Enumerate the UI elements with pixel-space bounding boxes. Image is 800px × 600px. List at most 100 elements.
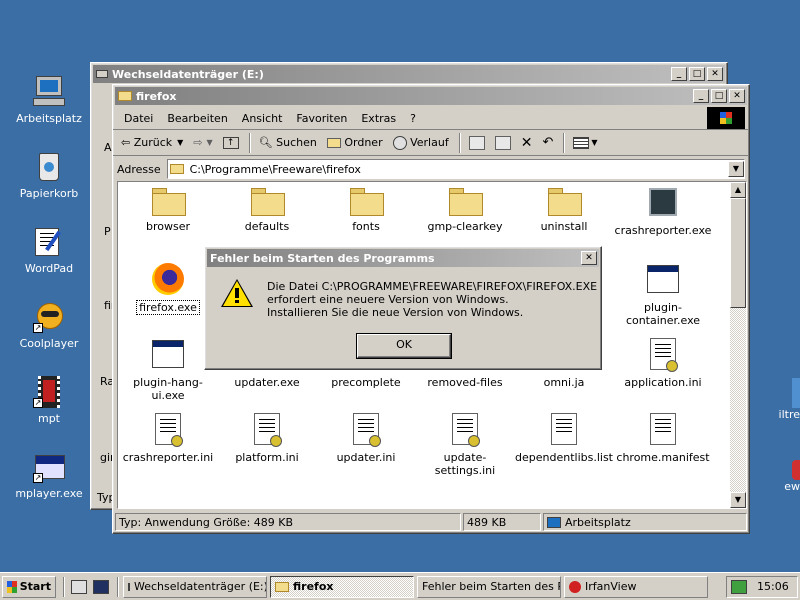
scroll-up-button[interactable]: ▲ <box>730 182 746 198</box>
folders-button[interactable]: Ordner <box>323 134 387 151</box>
maximize-button[interactable]: □ <box>711 89 727 103</box>
error-dialog[interactable]: Fehler beim Starten des Programms ✕ Die … <box>204 246 602 370</box>
dialog-title: Fehler beim Starten des Programms <box>210 251 435 265</box>
move-to-button[interactable] <box>465 134 489 152</box>
desktop-icon-clipped[interactable]: iltre <box>748 378 800 421</box>
file-item[interactable]: updater.ini <box>316 413 416 464</box>
file-label: precomplete <box>331 376 401 389</box>
file-item[interactable]: application.ini <box>613 338 713 389</box>
file-item[interactable]: uninstall <box>514 188 614 233</box>
delete-button[interactable]: ✕ <box>517 133 537 153</box>
search-button[interactable]: 🔍︎ Suchen <box>255 134 321 151</box>
file-item[interactable]: plugin-container.exe <box>613 263 713 327</box>
windows-logo-icon <box>707 107 745 129</box>
menu-help[interactable]: ? <box>403 112 423 125</box>
xm-icon <box>93 579 109 594</box>
file-item[interactable]: crashreporter.ini <box>118 413 218 464</box>
maximize-button[interactable]: □ <box>689 67 705 81</box>
back-window-titlebar[interactable]: Wechseldatenträger (E:) _ □ ✕ <box>93 65 725 83</box>
file-item[interactable]: update-settings.ini <box>415 413 515 477</box>
up-folder-button[interactable]: ↑ <box>219 135 243 151</box>
close-button[interactable]: ✕ <box>729 89 745 103</box>
desktop-icon-mpt[interactable]: ↗ mpt <box>9 376 89 425</box>
vertical-scrollbar[interactable]: ▲ ▼ <box>730 182 746 508</box>
tray-icon[interactable] <box>731 579 747 594</box>
clipped-text: P <box>104 225 111 238</box>
file-label: crashreporter.exe <box>614 224 712 237</box>
file-label: crashreporter.ini <box>122 451 214 464</box>
desktop-icon-label: mplayer.exe <box>15 487 83 500</box>
copy-to-button[interactable] <box>491 134 515 152</box>
address-dropdown-button[interactable]: ▼ <box>728 161 744 177</box>
views-button[interactable]: ▼ <box>569 135 601 151</box>
file-label: plugin-container.exe <box>625 301 701 327</box>
views-icon <box>573 136 590 149</box>
desktop-icon-coolplayer[interactable]: ↗ Coolplayer <box>9 301 89 350</box>
file-label: dependentlibs.list <box>515 451 613 464</box>
task-wechseldatentraeger[interactable]: Wechseldatenträger (E:) <box>123 575 267 598</box>
address-input[interactable]: C:\Programme\Freeware\firefox ▼ <box>166 159 745 179</box>
desktop-icon-papierkorb[interactable]: Papierkorb <box>9 151 89 200</box>
settings-file-icon <box>155 413 183 447</box>
start-button[interactable]: Start <box>2 575 56 598</box>
desktop-icon-wordpad[interactable]: WordPad <box>9 226 89 275</box>
file-label: update-settings.ini <box>434 451 496 477</box>
desktop-icon-clipped[interactable]: ew <box>748 460 800 493</box>
clock: 15:06 <box>757 580 789 593</box>
menu-bearbeiten[interactable]: Bearbeiten <box>160 112 234 125</box>
system-tray: 15:06 <box>726 575 798 598</box>
copy-to-icon <box>494 135 511 150</box>
quicklaunch-desktop[interactable] <box>69 578 89 596</box>
drive-icon <box>128 582 130 591</box>
task-irfanview[interactable]: IrfanView <box>564 575 708 598</box>
window-title: firefox <box>136 89 177 103</box>
windows-logo-icon <box>7 580 17 593</box>
explorer-titlebar[interactable]: firefox _ □ ✕ <box>115 87 747 105</box>
clipped-icon <box>792 460 800 480</box>
desktop-icon-mplayer[interactable]: ↗ mplayer.exe <box>9 451 89 500</box>
file-item[interactable]: platform.ini <box>217 413 317 464</box>
warning-icon <box>221 279 253 307</box>
file-item[interactable]: crashreporter.exe <box>613 188 713 237</box>
dialog-titlebar[interactable]: Fehler beim Starten des Programms ✕ <box>207 249 599 267</box>
message-line: erfordert eine neuere Version von Window… <box>267 293 509 306</box>
minimize-button[interactable]: _ <box>671 67 687 81</box>
menu-favoriten[interactable]: Favoriten <box>289 112 354 125</box>
window-icon <box>96 70 108 78</box>
task-firefox[interactable]: firefox <box>270 575 414 598</box>
back-button[interactable]: ⇦ Zurück ▼ <box>117 134 187 151</box>
folder-icon <box>251 188 285 216</box>
desktop-icon-label: WordPad <box>24 262 74 275</box>
forward-button[interactable]: ⇨ ▼ <box>189 134 216 151</box>
task-error-dialog[interactable]: Fehler beim Starten des Pro... <box>417 575 561 598</box>
quicklaunch-app[interactable] <box>91 578 111 596</box>
history-button[interactable]: Verlauf <box>389 134 453 152</box>
settings-file-icon <box>353 413 381 447</box>
file-item[interactable]: browser <box>118 188 218 233</box>
menu-ansicht[interactable]: Ansicht <box>235 112 290 125</box>
ok-button[interactable]: OK <box>357 334 451 358</box>
file-item[interactable]: dependentlibs.list <box>514 413 614 464</box>
undo-button[interactable]: ↶ <box>538 133 557 152</box>
file-item[interactable]: chrome.manifest <box>613 413 713 464</box>
scroll-down-button[interactable]: ▼ <box>730 492 746 508</box>
settings-file-icon <box>650 338 678 372</box>
menu-bar: Datei Bearbeiten Ansicht Favoriten Extra… <box>113 109 707 128</box>
file-item[interactable]: plugin-hang-ui.exe <box>118 338 218 402</box>
toolbar: ⇦ Zurück ▼ ⇨ ▼ ↑ 🔍︎ Suchen Ordner Verlauf … <box>113 130 749 156</box>
file-label: defaults <box>244 220 290 233</box>
file-item[interactable]: gmp-clearkey <box>415 188 515 233</box>
file-item[interactable]: defaults <box>217 188 317 233</box>
menu-datei[interactable]: Datei <box>117 112 160 125</box>
file-item[interactable]: firefox.exe <box>118 263 218 315</box>
desktop-icon-arbeitsplatz[interactable]: Arbeitsplatz <box>9 76 89 125</box>
delete-icon: ✕ <box>520 134 533 151</box>
minimize-button[interactable]: _ <box>693 89 709 103</box>
close-button[interactable]: ✕ <box>707 67 723 81</box>
menu-extras[interactable]: Extras <box>354 112 403 125</box>
desktop-icon-label: Coolplayer <box>19 337 79 350</box>
status-type: Typ: Anwendung Größe: 489 KB <box>115 513 461 531</box>
close-button[interactable]: ✕ <box>581 251 597 265</box>
file-item[interactable]: fonts <box>316 188 416 233</box>
scroll-thumb[interactable] <box>730 198 746 308</box>
